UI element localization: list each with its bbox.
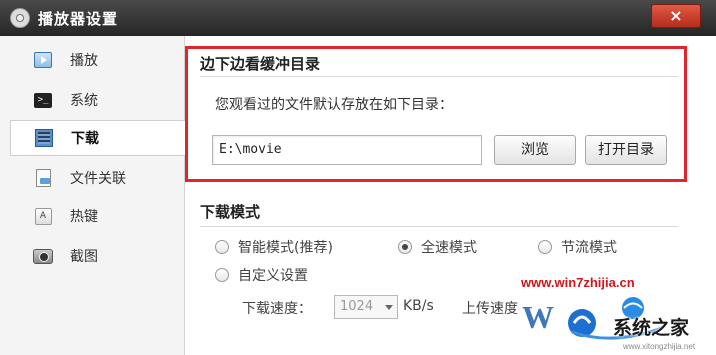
file-association-icon xyxy=(32,168,54,188)
radio-full-speed-mode[interactable]: 全速模式 xyxy=(398,237,477,257)
download-speed-unit: KB/s xyxy=(403,298,434,314)
radio-label: 全速模式 xyxy=(421,240,477,256)
open-directory-button[interactable]: 打开目录 xyxy=(585,135,667,165)
upload-speed-label: 上传速度 xyxy=(462,301,518,317)
radio-button[interactable] xyxy=(215,240,229,254)
watermark-brand: 系统之家 xyxy=(613,317,690,339)
title-bar: 播放器设置 × xyxy=(0,0,716,36)
cache-description: 您观看过的文件默认存放在如下目录： xyxy=(215,97,453,113)
browse-button[interactable]: 浏览 xyxy=(494,135,576,165)
sidebar-item-system[interactable]: >_ 系统 xyxy=(10,82,185,118)
camera-icon xyxy=(32,246,54,266)
radio-throttle-mode[interactable]: 节流模式 xyxy=(538,237,617,257)
terminal-icon: >_ xyxy=(32,90,54,110)
watermark-url: www.win7zhijia.cn xyxy=(521,275,635,290)
radio-custom-settings[interactable]: 自定义设置 xyxy=(215,265,308,285)
watermark-subtitle: www.xitongzhijia.net xyxy=(623,342,696,351)
sidebar-item-label: 截图 xyxy=(70,249,98,265)
sidebar-item-play[interactable]: 播放 xyxy=(10,42,185,78)
svg-text:W: W xyxy=(522,299,554,335)
settings-sidebar: 播放 >_ 系统 下载 文件关联 A 热键 截图 xyxy=(0,36,185,355)
radio-button-checked[interactable] xyxy=(398,240,412,254)
window-title: 播放器设置 xyxy=(38,10,119,28)
sidebar-item-label: 下载 xyxy=(71,131,99,147)
play-icon xyxy=(32,50,54,70)
download-speed-value: 1024 xyxy=(340,299,374,314)
cache-path-input[interactable]: E:\movie xyxy=(212,135,482,165)
close-button[interactable]: × xyxy=(651,4,701,28)
sidebar-item-hotkey[interactable]: A 热键 xyxy=(10,198,185,234)
radio-button[interactable] xyxy=(215,268,229,282)
section-divider xyxy=(200,226,678,227)
sidebar-item-label: 文件关联 xyxy=(70,171,126,187)
sidebar-item-label: 系统 xyxy=(70,93,98,109)
radio-button[interactable] xyxy=(538,240,552,254)
film-reel-icon xyxy=(10,8,30,28)
sidebar-item-file-association[interactable]: 文件关联 xyxy=(10,160,185,196)
radio-smart-mode[interactable]: 智能模式(推荐) xyxy=(215,237,333,257)
radio-label: 节流模式 xyxy=(561,240,617,256)
chevron-down-icon xyxy=(385,305,393,310)
download-speed-select[interactable]: 1024 xyxy=(334,295,398,319)
sidebar-item-screenshot[interactable]: 截图 xyxy=(10,238,185,274)
radio-label: 智能模式(推荐) xyxy=(238,240,333,256)
radio-label: 自定义设置 xyxy=(238,268,308,284)
cache-directory-heading: 边下边看缓冲目录 xyxy=(200,55,321,73)
download-icon xyxy=(33,128,55,148)
sidebar-item-download[interactable]: 下载 xyxy=(10,120,185,156)
sidebar-item-label: 播放 xyxy=(70,53,98,69)
download-speed-label: 下载速度： xyxy=(242,301,312,317)
hotkey-icon: A xyxy=(32,206,54,226)
download-mode-heading: 下载模式 xyxy=(200,203,261,221)
section-divider xyxy=(200,76,678,77)
sidebar-item-label: 热键 xyxy=(70,209,98,225)
